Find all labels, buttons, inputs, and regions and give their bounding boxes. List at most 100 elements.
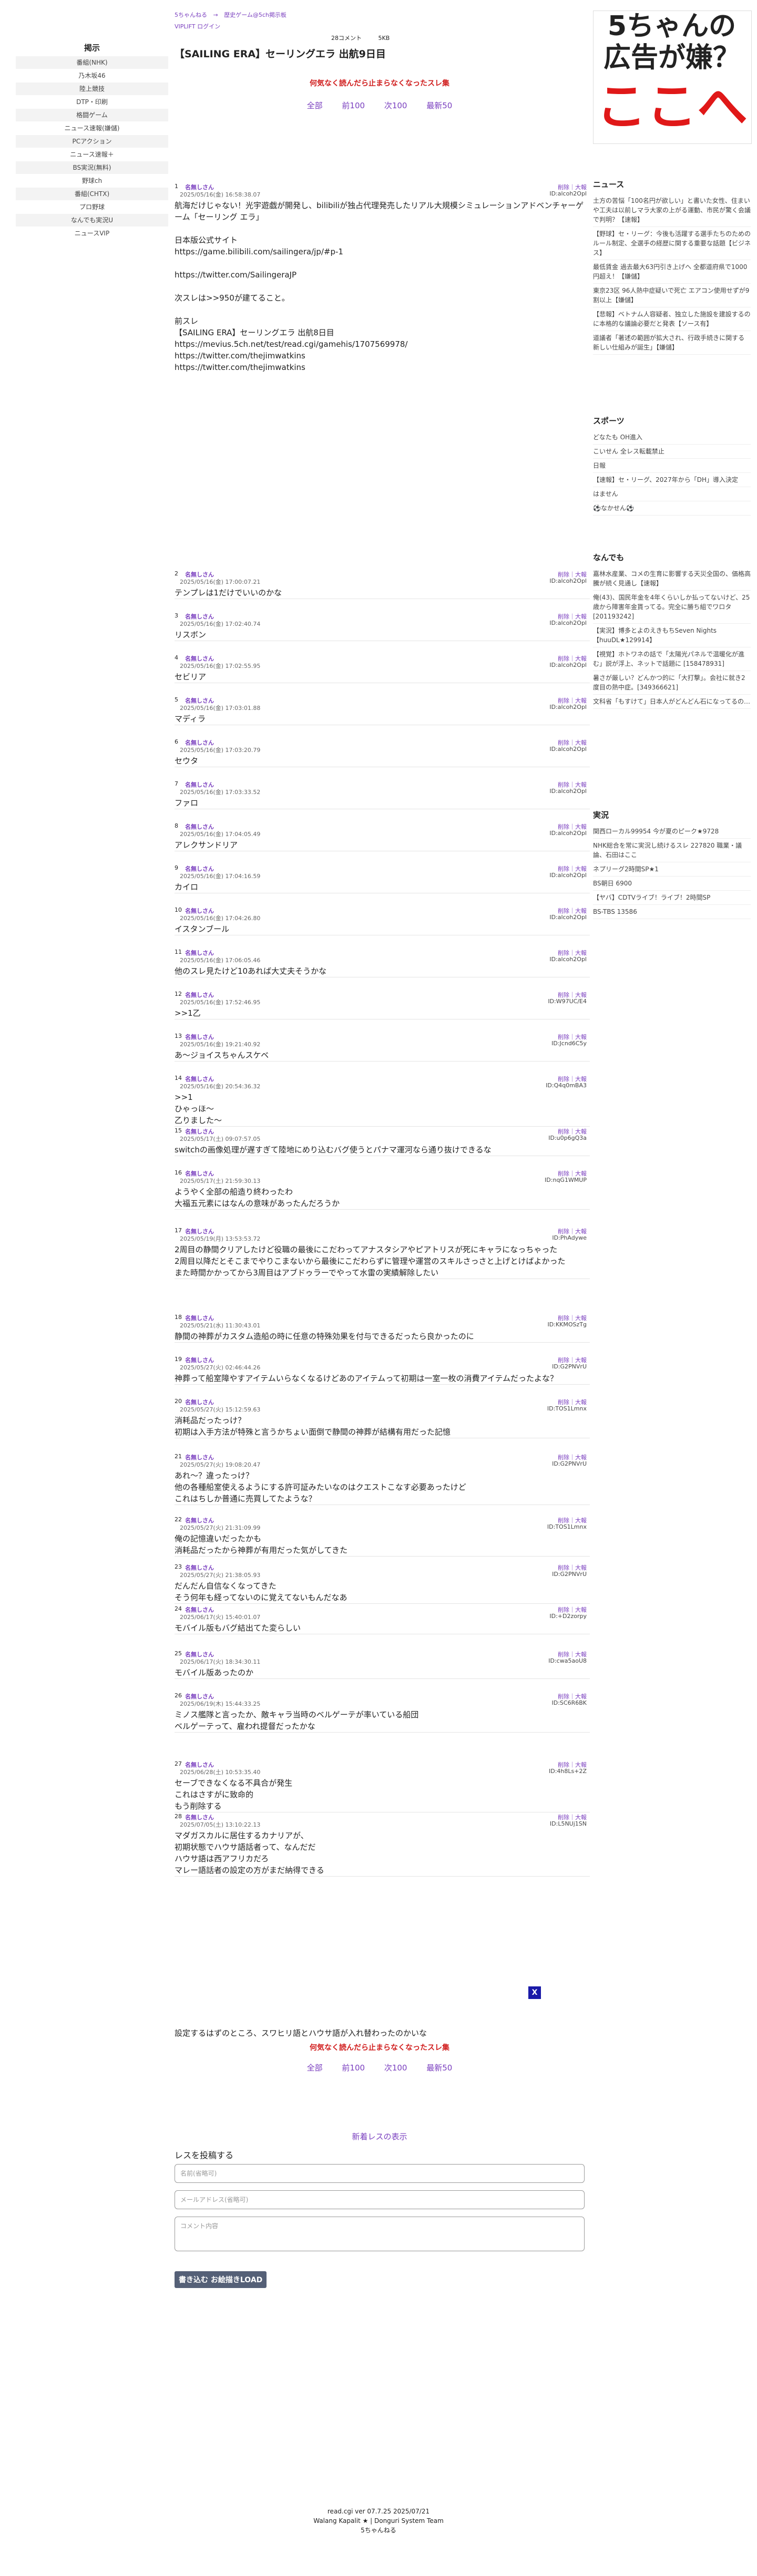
post-id[interactable]: ID:alcoh2Opl	[549, 746, 587, 753]
pager-next[interactable]: 次100	[384, 101, 407, 110]
post-number[interactable]: 23	[175, 1563, 182, 1570]
sidebar-item[interactable]: ニュースVIP	[16, 227, 168, 240]
footer-site[interactable]: 5ちゃんねる	[0, 2526, 757, 2535]
breadcrumb-board[interactable]: 歴史ゲーム@5ch掲示板	[224, 12, 287, 18]
sidebar-item[interactable]: 乃木坂46	[16, 69, 168, 83]
post-number[interactable]: 4	[175, 654, 178, 661]
nandemo-item[interactable]: 嘉林水産業、コメの生育に影響する天災全国の、価格高騰が続く見通し【速報】	[593, 567, 751, 591]
post-number[interactable]: 1	[175, 183, 178, 190]
post-id[interactable]: ID:KKMOSzTg	[548, 1321, 587, 1328]
sports-item[interactable]: 【速報】セ・リーグ、2027年から「DH」導入決定	[593, 473, 751, 487]
post-number[interactable]: 8	[175, 822, 178, 829]
post-id[interactable]: ID:alcoh2Opl	[549, 830, 587, 837]
post-id[interactable]: ID:alcoh2Opl	[549, 872, 587, 879]
post-number[interactable]: 3	[175, 612, 178, 619]
close-button[interactable]: X	[528, 1986, 541, 1999]
post-number[interactable]: 28	[175, 1813, 182, 1820]
breadcrumb-home[interactable]: 5ちゃんねる	[175, 12, 207, 18]
post-number[interactable]: 6	[175, 738, 178, 745]
post-id[interactable]: ID:alcoh2Opl	[549, 788, 587, 795]
post-id[interactable]: ID:4h8Ls+2Z	[549, 1768, 587, 1775]
post-number[interactable]: 26	[175, 1692, 182, 1699]
post-id[interactable]: ID:nqG1WMUP	[545, 1177, 587, 1183]
post-id[interactable]: ID:cwa5aoU8	[548, 1657, 587, 1664]
sidebar-item[interactable]: 格闘ゲーム	[16, 109, 168, 122]
nandemo-item[interactable]: 【実況】博多とよのえきもちSeven Nights【huuDL★129914】	[593, 624, 751, 647]
pager-latest[interactable]: 最新50	[426, 2063, 452, 2073]
post-number[interactable]: 10	[175, 906, 182, 913]
jikkyo-item[interactable]: ネプリーグ2時間SP★1	[593, 862, 751, 877]
pager-prev[interactable]: 前100	[342, 2063, 365, 2073]
post-id[interactable]: ID:u0p6gQ3a	[548, 1135, 587, 1141]
post-number[interactable]: 12	[175, 991, 182, 997]
news-item[interactable]: 土方の苦悩「100名円が欲しい」と書いた女性、住まいや工夫は以前しマラ大家の上が…	[593, 194, 751, 227]
hot-threads-link-bottom[interactable]: 何気なく読んだら止まらなくなったスレ集	[175, 2042, 585, 2053]
sidebar-item[interactable]: プロ野球	[16, 201, 168, 214]
post-id[interactable]: ID:TOS1Lmnx	[547, 1405, 587, 1412]
sports-item[interactable]: ⚽なかせん⚽	[593, 501, 751, 516]
post-id[interactable]: ID:alcoh2Opl	[549, 578, 587, 584]
name-field[interactable]: 名前(省略可)	[175, 2164, 585, 2183]
post-id[interactable]: ID:alcoh2Opl	[549, 914, 587, 921]
post-id[interactable]: ID:Q4q0mBA3	[546, 1082, 587, 1089]
nandemo-item[interactable]: 暑さが厳しい？どんかつ的に「大打撃」。会社に就き2度目の熱中症。[3493666…	[593, 671, 751, 695]
post-number[interactable]: 9	[175, 864, 178, 871]
post-id[interactable]: ID:PhAdywe	[552, 1234, 587, 1241]
post-number[interactable]: 14	[175, 1075, 182, 1081]
post-number[interactable]: 19	[175, 1356, 182, 1363]
new-replies-link[interactable]: 新着レスの表示	[175, 2131, 585, 2142]
sidebar-item[interactable]: PCアクション	[16, 135, 168, 148]
post-id[interactable]: ID:alcoh2Opl	[549, 704, 587, 710]
pager-latest[interactable]: 最新50	[426, 101, 452, 110]
nandemo-item[interactable]: 文科省「もすけて」日本人がどんどん石になってるの…	[593, 695, 751, 709]
email-field[interactable]: メールアドレス(省略可)	[175, 2190, 585, 2209]
post-number[interactable]: 11	[175, 949, 182, 955]
post-id[interactable]: ID:+D2zorpy	[549, 1613, 587, 1620]
post-id[interactable]: ID:G2PNVrU	[552, 1571, 587, 1578]
post-number[interactable]: 16	[175, 1169, 182, 1176]
nandemo-item[interactable]: 【視覚】ホトワネの話で「太陽光パネルで温暖化が進む」説が浮上、ネットで話題に […	[593, 647, 751, 671]
sidebar-item[interactable]: BS実況(無料)	[16, 161, 168, 174]
pager-next[interactable]: 次100	[384, 2063, 407, 2073]
news-item[interactable]: 最低賃金 過去最大63円引き上げへ 全都道府県で1000円超え！【嫌儲】	[593, 260, 751, 284]
sidebar-item[interactable]: 陸上競技	[16, 83, 168, 96]
pager-all[interactable]: 全部	[307, 101, 323, 110]
post-number[interactable]: 25	[175, 1650, 182, 1657]
sidebar-item[interactable]: 番組(NHK)	[16, 56, 168, 69]
post-number[interactable]: 21	[175, 1453, 182, 1460]
post-id[interactable]: ID:L5NUj1SN	[550, 1820, 587, 1827]
post-number[interactable]: 5	[175, 696, 178, 703]
post-number[interactable]: 15	[175, 1127, 182, 1134]
sidebar-item[interactable]: 番組(CHTX)	[16, 188, 168, 201]
post-id[interactable]: ID:alcoh2Opl	[549, 620, 587, 626]
comment-field[interactable]: コメント内容	[175, 2217, 585, 2251]
news-item[interactable]: 道議者「著述の範囲が拡大され、行政手続きに関する新しい仕組みが誕生」【嫌儲】	[593, 331, 751, 355]
sidebar-item[interactable]: 野球ch	[16, 174, 168, 188]
login-link[interactable]: VIPLIFT ログイン	[175, 22, 220, 30]
post-id[interactable]: ID:SC6R6BK	[552, 1699, 587, 1706]
jikkyo-item[interactable]: 関西ローカル99954 今が夏のピーク★9728	[593, 825, 751, 839]
post-number[interactable]: 24	[175, 1605, 182, 1612]
sidebar-item[interactable]: なんでも実況U	[16, 214, 168, 227]
post-id[interactable]: ID:alcoh2Opl	[549, 662, 587, 668]
hot-threads-link[interactable]: 何気なく読んだら止まらなくなったスレ集	[175, 78, 585, 88]
post-number[interactable]: 18	[175, 1314, 182, 1321]
post-number[interactable]: 7	[175, 780, 178, 787]
post-id[interactable]: ID:G2PNVrU	[552, 1363, 587, 1370]
jikkyo-item[interactable]: BS-TBS 13586	[593, 905, 751, 919]
sports-item[interactable]: どなたも OH進入	[593, 430, 751, 445]
news-item[interactable]: 【野球】セ・リーグ：今後も活躍する選手たちのためのルール制定、全選手の経歴に関す…	[593, 227, 751, 260]
sports-item[interactable]: はません	[593, 487, 751, 501]
post-id[interactable]: ID:W97UC/E4	[548, 998, 587, 1005]
pager-prev[interactable]: 前100	[342, 101, 365, 110]
post-id[interactable]: ID:alcoh2Opl	[549, 956, 587, 963]
sports-item[interactable]: 日報	[593, 459, 751, 473]
post-number[interactable]: 27	[175, 1760, 182, 1767]
nandemo-item[interactable]: 俺(43)、国民年金を4年くらいしか払ってないけど、25歳から障害年金貰ってる。…	[593, 591, 751, 624]
post-number[interactable]: 22	[175, 1516, 182, 1523]
submit-button[interactable]: 書き込む お絵描きLOAD	[175, 2271, 267, 2288]
sidebar-item[interactable]: ニュース速報(嫌儲)	[16, 122, 168, 135]
news-item[interactable]: 東京23区 96人熱中症疑いで死亡 エアコン使用せずが9割以上【嫌儲】	[593, 284, 751, 307]
post-number[interactable]: 2	[175, 570, 178, 577]
post-number[interactable]: 17	[175, 1227, 182, 1234]
